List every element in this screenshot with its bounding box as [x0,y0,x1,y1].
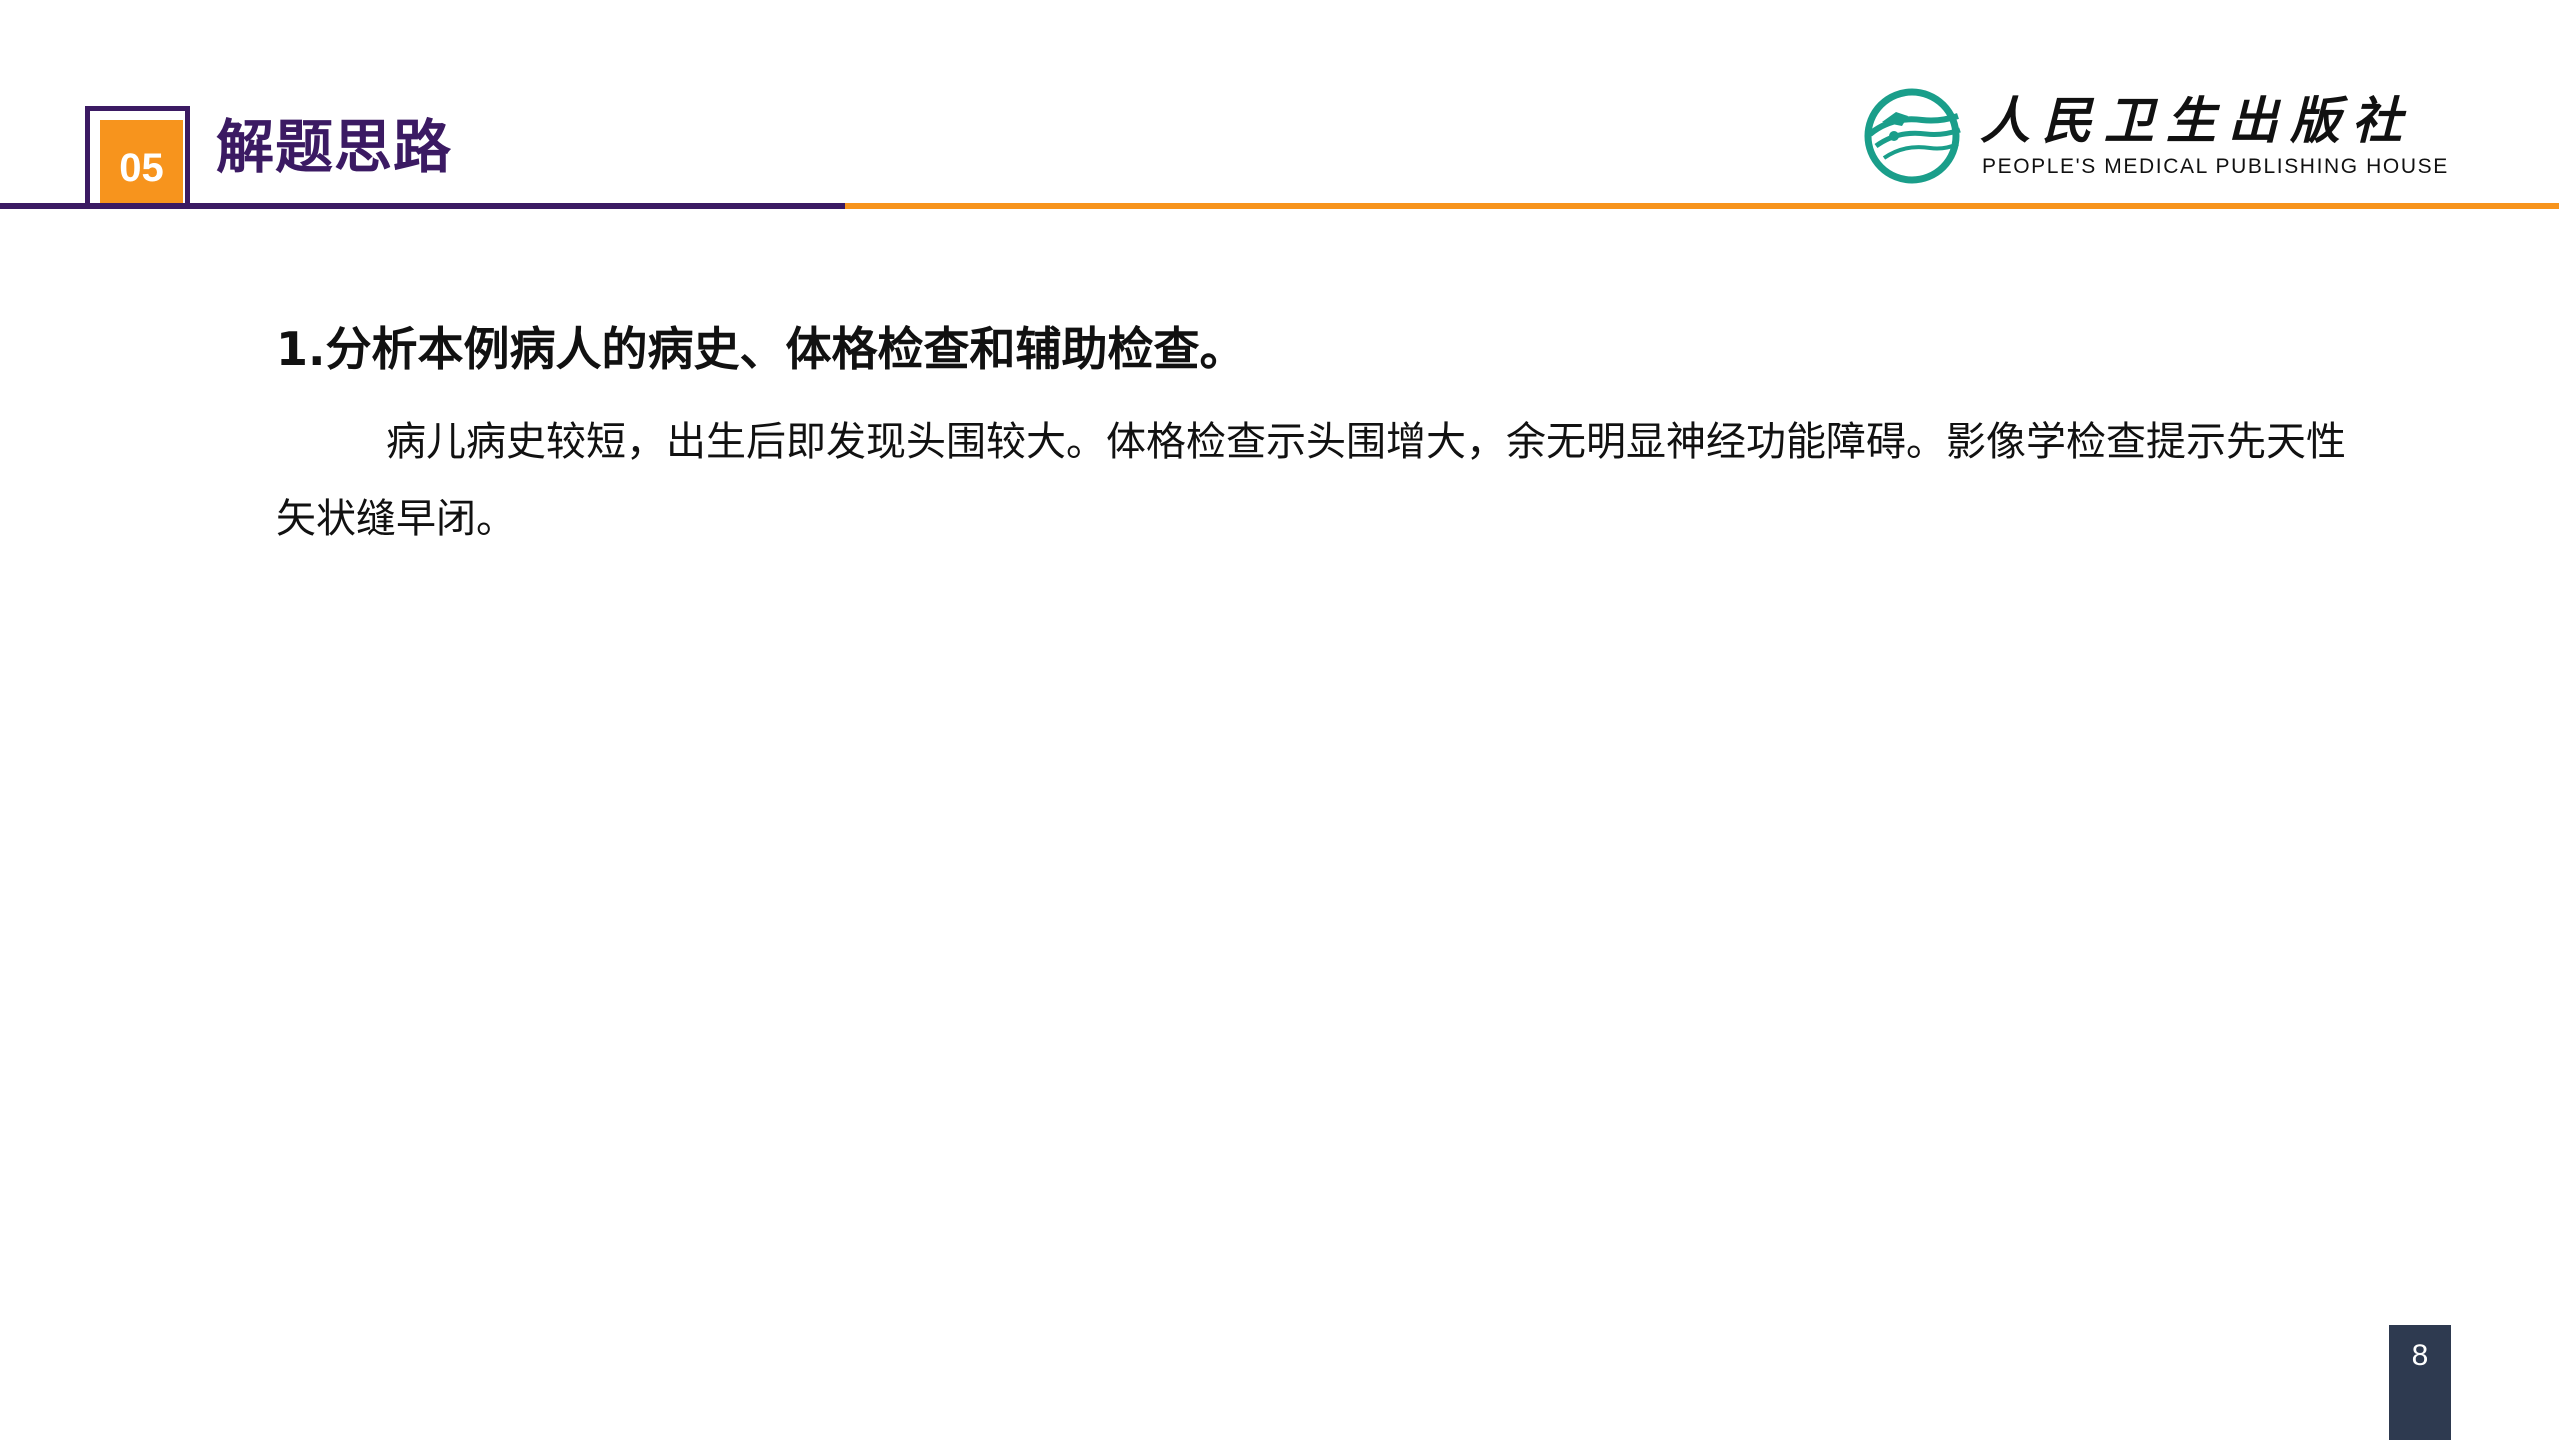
content-paragraph: 病儿病史较短，出生后即发现头围较大。体格检查示头围增大，余无明显神经功能障碍。影… [276,419,2346,542]
slide-header: 05 解题思路 人民卫生出版社 PEOPLE'S MEDICAL PUBLISH… [0,0,2559,220]
page-number-badge: 8 [2389,1325,2451,1440]
publisher-logo: 人民卫生出版社 PEOPLE'S MEDICAL PUBLISHING HOUS… [1862,86,2447,186]
header-rule-orange [845,203,2559,209]
content-heading: 1.分析本例病人的病史、体格检查和辅助检查。 [276,322,1246,376]
header-rule-dark [0,203,845,209]
slide-content: 1.分析本例病人的病史、体格检查和辅助检查。 病儿病史较短，出生后即发现头围较大… [276,318,2366,558]
publisher-emblem-icon [1864,88,1961,184]
publisher-name-cn: 人民卫生出版社 [1980,91,2414,150]
section-number: 05 [119,146,164,190]
publisher-name-en: PEOPLE'S MEDICAL PUBLISHING HOUSE [1982,155,2449,178]
section-number-badge: 05 [100,120,183,208]
section-title: 解题思路 [216,113,453,181]
page-number: 8 [2411,1339,2429,1372]
